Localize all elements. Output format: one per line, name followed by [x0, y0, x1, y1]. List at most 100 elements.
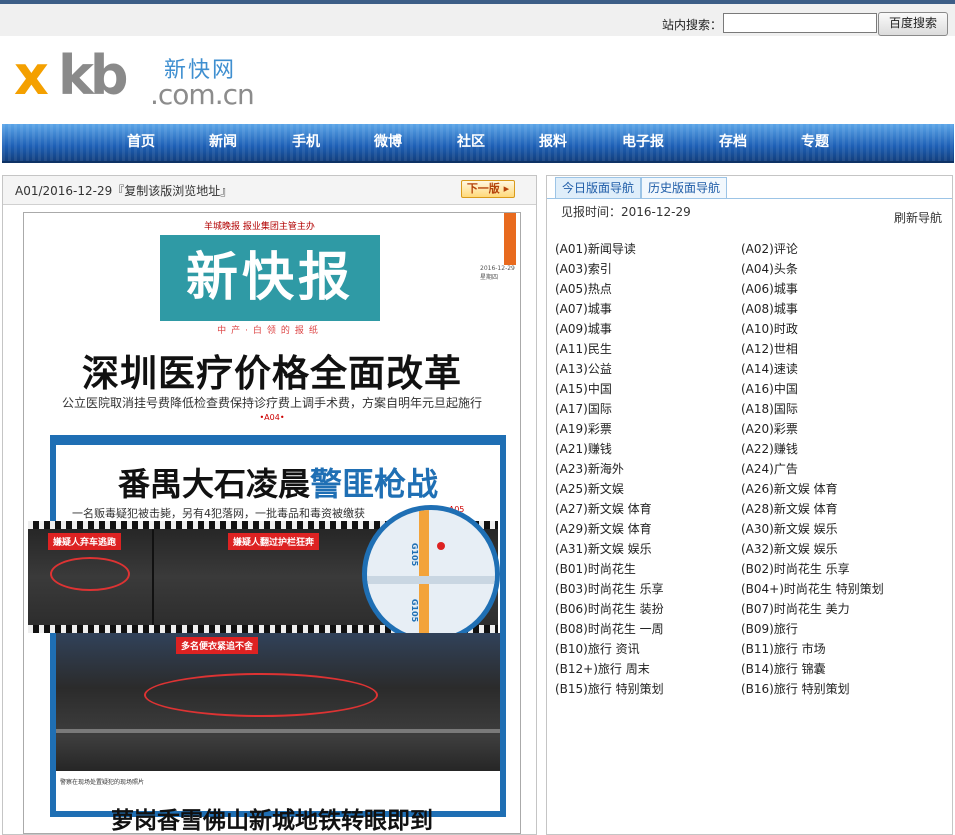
page-nav-link[interactable]: (A09)城事 — [555, 320, 612, 337]
page-nav-link[interactable]: (B11)旅行 市场 — [741, 640, 826, 657]
page-nav-link[interactable]: (B09)旅行 — [741, 620, 798, 637]
page-nav-link[interactable]: (B03)时尚花生 乐享 — [555, 580, 664, 597]
nav-item-report[interactable]: 报料 — [518, 124, 588, 161]
page-nav-link[interactable]: (A22)赚钱 — [741, 440, 798, 457]
nav-tabs: 今日版面导航 历史版面导航 — [547, 176, 952, 199]
page-nav-link[interactable]: (A26)新文娱 体育 — [741, 480, 838, 497]
page-viewer-header: A01/2016-12-29『复制该版浏览地址』 下一版 ▸ — [3, 176, 536, 205]
page-nav-link[interactable]: (B08)时尚花生 一周 — [555, 620, 664, 637]
page-nav-link[interactable]: (B15)旅行 特别策划 — [555, 680, 664, 697]
page-nav-link[interactable]: (A04)头条 — [741, 260, 798, 277]
map-road-horizontal — [367, 576, 495, 584]
page-ref-a04: •A04• — [259, 413, 285, 422]
page-nav-link[interactable]: (A21)赚钱 — [555, 440, 612, 457]
page-nav-link[interactable]: (A07)城事 — [555, 300, 612, 317]
page-nav-link[interactable]: (A29)新文娱 体育 — [555, 520, 652, 537]
page-nav-link[interactable]: (B16)旅行 特别策划 — [741, 680, 850, 697]
page-nav-link[interactable]: (A18)国际 — [741, 400, 798, 417]
nav-item-mobile[interactable]: 手机 — [271, 124, 341, 161]
subhead-healthcare: 公立医院取消挂号费降低检查费保持诊疗费上调手术费，方案自明年元旦起施行 — [61, 396, 482, 410]
headline-shootout-part1: 番禺大石凌晨 — [117, 465, 310, 503]
photo-highlight-circle — [50, 557, 130, 591]
map-road-vertical — [419, 510, 429, 638]
page-nav-link[interactable]: (A01)新闻导读 — [555, 240, 636, 257]
page-nav-link[interactable]: (B06)时尚花生 装扮 — [555, 600, 664, 617]
page-nav-link[interactable]: (B02)时尚花生 乐享 — [741, 560, 850, 577]
page-nav-link[interactable]: (A23)新海外 — [555, 460, 624, 477]
page-nav-link[interactable]: (B12+)旅行 周末 — [555, 660, 650, 677]
map-label-g105-top: G105 — [410, 542, 420, 567]
page-title[interactable]: A01/2016-12-29『复制该版浏览地址』 — [15, 182, 232, 199]
search-input[interactable] — [723, 13, 877, 33]
photo-label-3: 多名便衣紧追不舍 — [176, 637, 259, 654]
nav-item-home[interactable]: 首页 — [106, 124, 176, 161]
page-nav-link[interactable]: (A27)新文娱 体育 — [555, 500, 652, 517]
page-nav-link[interactable]: (A14)速读 — [741, 360, 798, 377]
page-nav-link[interactable]: (A16)中国 — [741, 380, 798, 397]
page-nav-link[interactable]: (A06)城事 — [741, 280, 798, 297]
page-nav-link[interactable]: (B07)时尚花生 美力 — [741, 600, 850, 617]
nav-item-news[interactable]: 新闻 — [188, 124, 258, 161]
shootout-story-box[interactable]: 番禺大石凌晨警匪枪战 一名贩毒疑犯被击毙，另有4犯落网，一批毒品和毒资被缴获 •… — [28, 435, 506, 817]
page-nav-link[interactable]: (B04+)时尚花生 特别策划 — [741, 580, 884, 597]
refresh-nav-link[interactable]: 刷新导航 — [894, 209, 942, 226]
location-map-inset: G105 G105 — [362, 505, 500, 643]
headline-metro[interactable]: 萝岗香雪佛山新城地铁转眼即到 — [24, 801, 520, 833]
orange-corner-bar — [504, 213, 516, 265]
nav-item-archive[interactable]: 存档 — [698, 124, 768, 161]
page-nav-link[interactable]: (A11)民生 — [555, 340, 612, 357]
publish-date: 见报时间：2016-12-29 — [561, 205, 691, 219]
publisher-note: 羊城晚报 报业集团主管主办 — [204, 222, 315, 232]
logo-kb-letters: kb — [58, 44, 129, 107]
issue-date: 2016-12-29 星期四 — [480, 265, 515, 281]
page-nav-link[interactable]: (A15)中国 — [555, 380, 612, 397]
story-box-top-bar — [50, 435, 506, 445]
page-nav-link[interactable]: (A24)广告 — [741, 460, 798, 477]
page-nav-link[interactable]: (A08)城事 — [741, 300, 798, 317]
page-nav-link[interactable]: (A02)评论 — [741, 240, 798, 257]
page-nav-link[interactable]: (A17)国际 — [555, 400, 612, 417]
tab-history-nav[interactable]: 历史版面导航 — [641, 177, 728, 198]
nav-item-topics[interactable]: 专题 — [780, 124, 850, 161]
newspaper-masthead: 新快报 — [160, 235, 380, 321]
page-nav-link[interactable]: (A28)新文娱 体育 — [741, 500, 838, 517]
nav-item-community[interactable]: 社区 — [436, 124, 506, 161]
chase-photo: 多名便衣紧追不舍 — [56, 633, 500, 771]
page-nav-link[interactable]: (A05)热点 — [555, 280, 612, 297]
page-viewer-panel: A01/2016-12-29『复制该版浏览地址』 下一版 ▸ 羊城晚报 报业集团… — [2, 175, 537, 835]
page-nav-link[interactable]: (A13)公益 — [555, 360, 612, 377]
tab-today-nav[interactable]: 今日版面导航 — [555, 177, 642, 198]
page-nav-link[interactable]: (A30)新文娱 娱乐 — [741, 520, 838, 537]
page-nav-link[interactable]: (A19)彩票 — [555, 420, 612, 437]
site-logo[interactable]: x kb 新快网 .com.cn — [14, 44, 264, 112]
logo-x-letter: x — [14, 44, 49, 107]
next-page-label: 下一版 — [466, 182, 500, 195]
next-page-button[interactable]: 下一版 ▸ — [461, 180, 515, 198]
nav-item-epaper[interactable]: 电子报 — [608, 124, 678, 161]
photo-divider — [152, 529, 154, 625]
page-nav-link[interactable]: (A10)时政 — [741, 320, 798, 337]
photo-road-line — [56, 729, 500, 733]
headline-shootout: 番禺大石凌晨警匪枪战 — [56, 459, 500, 505]
photo-label-1: 嫌疑人弃车逃跑 — [48, 533, 122, 550]
baidu-search-button[interactable]: 百度搜索 — [878, 12, 948, 36]
headline-healthcare[interactable]: 深圳医疗价格全面改革 — [24, 343, 520, 397]
photo-label-2: 嫌疑人翻过护栏狂奔 — [228, 533, 320, 550]
page-nav-link[interactable]: (A31)新文娱 娱乐 — [555, 540, 652, 557]
page-nav-link[interactable]: (A12)世相 — [741, 340, 798, 357]
page-nav-link[interactable]: (A25)新文娱 — [555, 480, 624, 497]
search-label: 站内搜索： — [662, 18, 723, 32]
map-marker — [437, 542, 445, 550]
nav-item-weibo[interactable]: 微博 — [353, 124, 423, 161]
page-nav-link[interactable]: (A03)索引 — [555, 260, 612, 277]
logo-domain: .com.cn — [150, 78, 255, 111]
page-nav-link[interactable]: (A20)彩票 — [741, 420, 798, 437]
page-nav-link[interactable]: (A32)新文娱 娱乐 — [741, 540, 838, 557]
main-nav: 首页 新闻 手机 微博 社区 报料 电子报 存档 专题 — [2, 124, 954, 163]
page-nav-link[interactable]: (B14)旅行 锦囊 — [741, 660, 826, 677]
page-nav-link[interactable]: (B01)时尚花生 — [555, 560, 636, 577]
search-bar: 站内搜索： 百度搜索 — [0, 4, 955, 36]
page-nav-panel: 今日版面导航 历史版面导航 见报时间：2016-12-29 刷新导航 (A01)… — [546, 175, 953, 835]
newspaper-front-page[interactable]: 羊城晚报 报业集团主管主办 新快报 中产·白领的报纸 2016-12-29 星期… — [23, 212, 521, 834]
page-nav-link[interactable]: (B10)旅行 资讯 — [555, 640, 640, 657]
